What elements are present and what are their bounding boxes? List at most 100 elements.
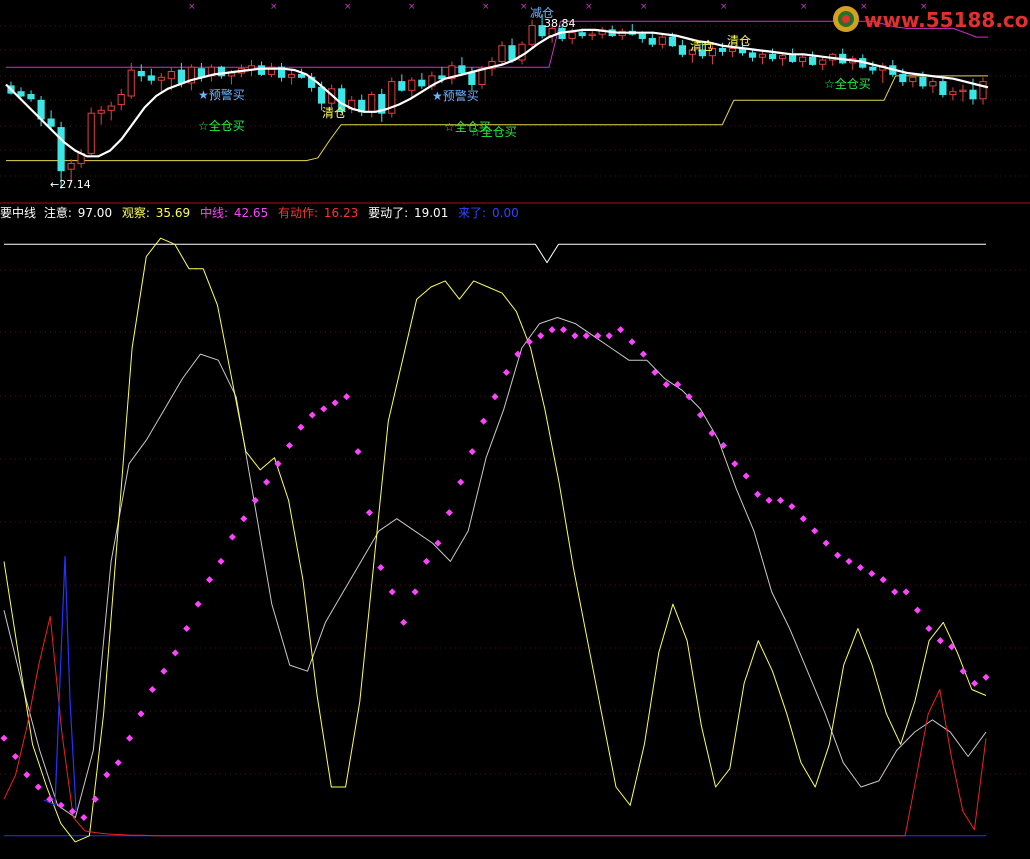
midline-dot-64	[731, 460, 739, 468]
signal-reduce: 减仓	[530, 6, 554, 20]
candle-body-77	[779, 55, 787, 60]
stock-chart-window: × × × × × × × × × × × × 38.84 ←27.14 减仓 清仓 清仓 清仓 ★预…	[0, 0, 1030, 859]
midline-dot-30	[343, 393, 351, 401]
midline-dot-37	[422, 557, 431, 565]
midline-dot-29	[331, 399, 339, 407]
midline-dot-56	[639, 350, 647, 358]
midline-dot-36	[411, 588, 419, 596]
top-marker-0: ×	[188, 2, 196, 12]
midline-dot-67	[765, 496, 773, 504]
candle-body-71	[718, 48, 727, 52]
move-line	[3, 317, 987, 818]
candle-body-4	[47, 118, 55, 127]
top-marker-1: ×	[270, 2, 278, 12]
midline-dot-54	[617, 326, 625, 334]
candle-body-9	[97, 109, 105, 114]
candle-body-94	[949, 91, 957, 96]
candle-body-65	[658, 36, 666, 45]
midline-dot-68	[776, 496, 785, 504]
midline-dot-16	[183, 624, 191, 633]
midline-dot-50	[571, 332, 579, 340]
candle-body-29	[298, 73, 306, 78]
midline-dot-44	[502, 368, 510, 376]
midline-dot-75	[856, 563, 864, 572]
candle-body-78	[789, 55, 797, 62]
candle-body-49	[498, 45, 506, 63]
indicator-header: 要中线 注意: 97.00 观察: 35.69 中线: 42.65 有动作: 1…	[0, 205, 519, 220]
midline-dot-25	[285, 441, 294, 450]
candle-body-74	[748, 52, 757, 58]
candle-body-1	[17, 91, 25, 97]
midline-dot-47	[537, 332, 545, 340]
header-action-label: 有动作:	[278, 206, 318, 220]
candle-body-11	[117, 94, 125, 106]
watermark-text: www.55188.com	[864, 8, 1030, 32]
midline-dot-13	[148, 685, 156, 694]
midline-dot-7	[80, 813, 88, 822]
top-marker-8: ×	[720, 2, 728, 12]
signal-full-buy-3: ☆全仓买	[470, 124, 517, 139]
midline-dot-27	[308, 411, 316, 419]
midline-dot-82	[936, 637, 944, 645]
midline-dot-71	[811, 527, 819, 535]
candle-body-80	[809, 56, 817, 65]
candle-body-81	[819, 59, 827, 65]
candle-body-16	[167, 71, 175, 80]
candle-body-64	[648, 38, 656, 45]
candle-body-50	[508, 45, 516, 61]
midline-dot-22	[251, 496, 259, 504]
midline-dot-20	[228, 533, 236, 541]
indicator-name: 要中线	[0, 205, 36, 220]
candle-body-25	[257, 65, 266, 75]
midline-dot-85	[971, 679, 979, 687]
header-observe-label: 观察:	[122, 206, 150, 220]
midline-dot-32	[365, 509, 373, 517]
header-action-value: 16.23	[324, 206, 358, 220]
header-coming-label: 来了:	[458, 206, 486, 220]
coming-spike	[43, 555, 77, 811]
signal-warn-buy-2: ★预警买	[432, 88, 479, 103]
midline-dot-86	[982, 673, 990, 681]
midline-dot-41	[468, 448, 476, 456]
header-move-label: 要动了:	[368, 206, 408, 220]
candle-body-92	[929, 81, 937, 87]
midline-dot-74	[845, 557, 853, 565]
signal-clear-3: 清仓	[727, 34, 751, 48]
midline-dot-28	[320, 405, 328, 413]
midline-dot-66	[754, 490, 762, 498]
candle-body-2	[27, 94, 35, 100]
candle-body-76	[769, 53, 777, 60]
candle-body-36	[368, 94, 376, 113]
midline-dot-15	[171, 649, 179, 657]
midline-dot-33	[377, 563, 385, 572]
midline-dot-17	[194, 600, 202, 608]
candle-body-41	[418, 79, 426, 87]
candle-body-10	[107, 105, 115, 111]
header-midline-label: 中线:	[200, 205, 228, 220]
candle-body-52	[528, 25, 536, 45]
candle-body-13	[137, 71, 145, 77]
midline-dot-34	[388, 588, 396, 596]
midline-dot-11	[126, 734, 134, 742]
midline-dot-76	[868, 570, 876, 578]
candle-body-5	[57, 127, 65, 172]
indicator-lines	[0, 237, 990, 843]
midline-dot-12	[137, 710, 145, 718]
midline-dot-73	[834, 551, 842, 559]
midline-dot-39	[445, 509, 453, 517]
midline-dot-8	[91, 795, 99, 803]
header-midline-value: 42.65	[234, 206, 268, 220]
candle-body-75	[758, 53, 767, 58]
header-observe-value: 35.69	[156, 206, 190, 220]
candle-body-96	[969, 89, 977, 100]
top-marker-7: ×	[640, 2, 648, 12]
candle-body-12	[127, 69, 135, 97]
candle-body-40	[408, 79, 416, 91]
candle-body-31	[318, 86, 326, 104]
midline-dot-77	[879, 576, 887, 584]
low-price-label: ←27.14	[50, 178, 91, 191]
candle-body-95	[959, 89, 967, 93]
midline-dot-14	[160, 667, 168, 675]
top-marker-6: ×	[585, 2, 593, 12]
candle-body-86	[869, 66, 877, 71]
